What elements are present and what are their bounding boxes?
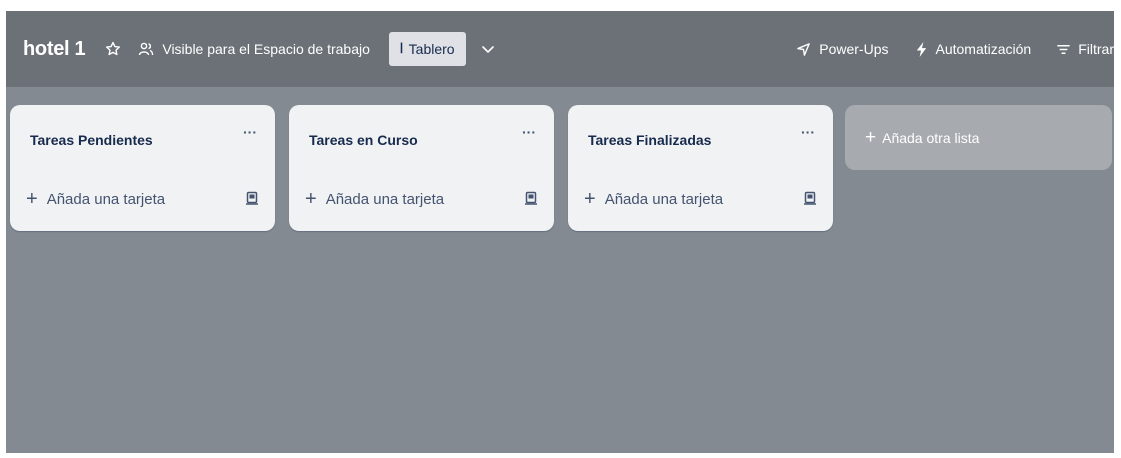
add-card-label: Añada una tarjeta: [604, 190, 724, 208]
add-card-label: Añada una tarjeta: [325, 190, 445, 208]
star-icon[interactable]: [102, 38, 124, 60]
add-list-label: Añada otra lista: [882, 129, 980, 146]
list-menu-button[interactable]: ···: [801, 124, 815, 140]
board-frame: hotel 1 Visible para el Espacio de traba…: [6, 11, 1114, 453]
plus-icon: +: [305, 188, 317, 210]
visibility-button[interactable]: Visible para el Espacio de trabajo: [138, 41, 370, 57]
board-title[interactable]: hotel 1: [23, 38, 86, 61]
list-tareas-pendientes: Tareas Pendientes ··· + Añada una tarjet…: [10, 105, 275, 231]
list-tareas-finalizadas: Tareas Finalizadas ··· + Añada una tarje…: [568, 105, 833, 231]
lightning-icon: [916, 41, 926, 57]
board-view-label: Tablero: [408, 41, 455, 57]
board-header: hotel 1 Visible para el Espacio de traba…: [6, 11, 1114, 87]
card-template-icon[interactable]: [524, 191, 538, 205]
card-template-icon[interactable]: [245, 191, 259, 205]
rocket-icon: [797, 42, 811, 56]
add-list-button[interactable]: + Añada otra lista: [845, 105, 1112, 170]
add-card-button[interactable]: + Añada una tarjeta: [584, 189, 723, 209]
list-tareas-en-curso: Tareas en Curso ··· + Añada una tarjeta: [289, 105, 554, 231]
filter-label: Filtrar: [1078, 41, 1114, 57]
visibility-label: Visible para el Espacio de trabajo: [162, 41, 370, 57]
card-template-icon[interactable]: [803, 191, 817, 205]
plus-icon: +: [865, 127, 877, 148]
filter-button[interactable]: Filtrar: [1057, 41, 1114, 57]
power-ups-button[interactable]: Power-Ups: [796, 41, 889, 57]
board-view-button[interactable]: ꟾ Tablero: [388, 32, 466, 66]
add-card-label: Añada una tarjeta: [46, 190, 166, 208]
list-menu-button[interactable]: ···: [522, 124, 536, 140]
automation-button[interactable]: Automatización: [915, 41, 1032, 57]
plus-icon: +: [584, 188, 596, 210]
list-title[interactable]: Tareas Pendientes: [30, 132, 153, 148]
list-menu-button[interactable]: ···: [243, 124, 257, 140]
filter-icon: [1057, 44, 1071, 54]
list-title[interactable]: Tareas Finalizadas: [588, 132, 711, 148]
add-card-button[interactable]: + Añada una tarjeta: [305, 189, 444, 209]
list-title[interactable]: Tareas en Curso: [309, 132, 418, 148]
people-icon: [139, 42, 154, 56]
add-card-button[interactable]: + Añada una tarjeta: [26, 189, 165, 209]
power-ups-label: Power-Ups: [819, 41, 889, 57]
automation-label: Automatización: [935, 41, 1032, 57]
board-view-icon: ꟾ: [399, 43, 403, 56]
plus-icon: +: [26, 188, 38, 210]
header-actions: Power-Ups Automatización Filtrar: [770, 11, 1114, 87]
chevron-down-icon[interactable]: [478, 39, 498, 59]
